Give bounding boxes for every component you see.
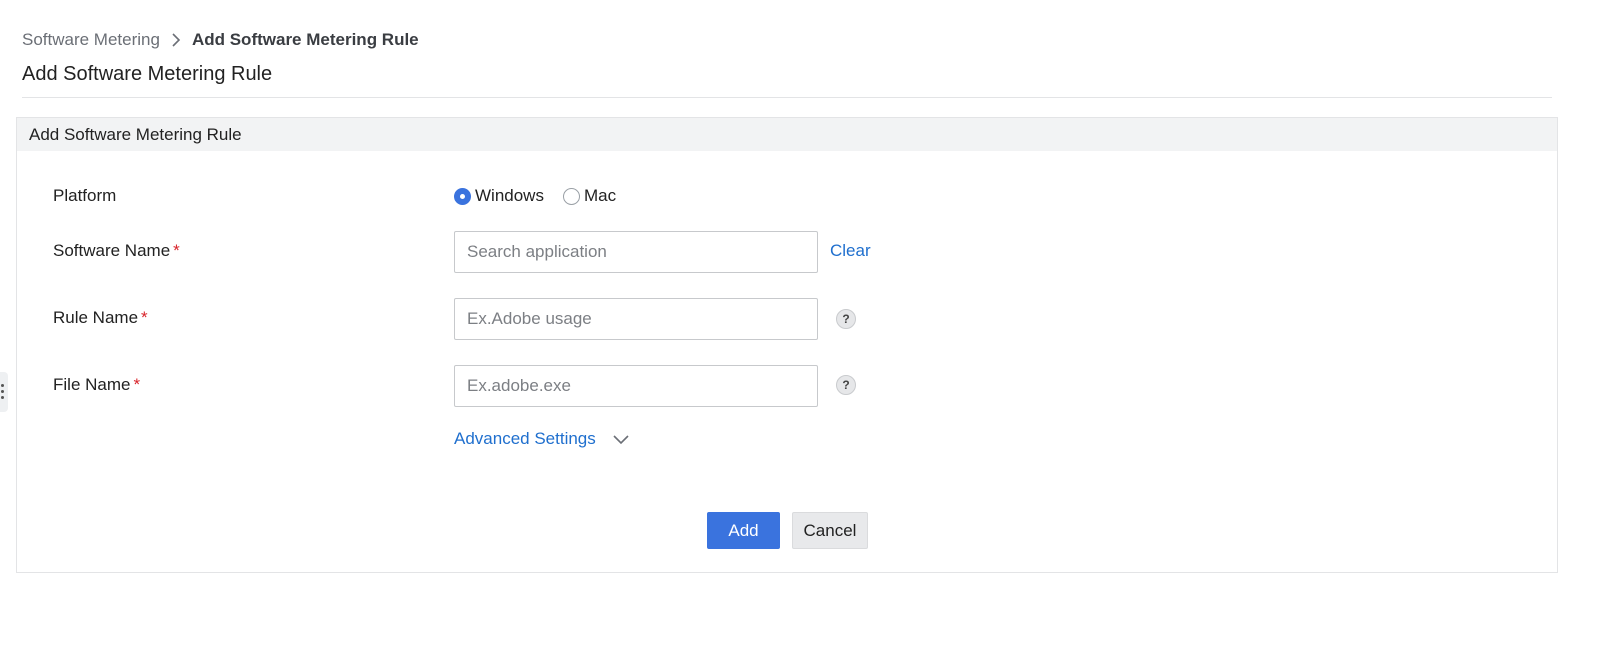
platform-radio-group: Windows Mac <box>454 186 635 206</box>
help-icon[interactable]: ? <box>836 309 856 329</box>
platform-windows-radio[interactable] <box>454 187 471 205</box>
required-indicator: * <box>141 308 148 327</box>
title-divider <box>22 97 1552 98</box>
software-name-label: Software Name * <box>53 241 180 261</box>
advanced-settings-link[interactable]: Advanced Settings <box>454 429 596 449</box>
rule-name-label-text: Rule Name <box>53 308 139 327</box>
rule-name-input[interactable] <box>454 298 818 340</box>
breadcrumb-software-metering[interactable]: Software Metering <box>22 30 160 50</box>
breadcrumb: Software Metering Add Software Metering … <box>22 30 419 50</box>
advanced-settings-toggle[interactable]: Advanced Settings <box>454 429 630 449</box>
platform-mac-label[interactable]: Mac <box>584 186 616 206</box>
clear-link[interactable]: Clear <box>830 241 871 261</box>
page: Software Metering Add Software Metering … <box>0 0 1614 654</box>
platform-label: Platform <box>53 186 116 206</box>
rule-name-label: Rule Name * <box>53 308 148 328</box>
add-button[interactable]: Add <box>707 512 780 549</box>
panel-header: Add Software Metering Rule <box>17 118 1557 151</box>
platform-label-text: Platform <box>53 186 117 205</box>
file-name-input[interactable] <box>454 365 818 407</box>
software-name-label-text: Software Name <box>53 241 171 260</box>
file-name-label: File Name * <box>53 375 140 395</box>
required-indicator: * <box>173 241 180 260</box>
required-indicator: * <box>133 375 141 394</box>
cancel-button[interactable]: Cancel <box>792 512 868 549</box>
rule-form-panel: Add Software Metering Rule <box>16 117 1558 573</box>
chevron-right-icon <box>172 33 181 47</box>
more-vertical-icon[interactable] <box>0 372 8 412</box>
chevron-down-icon[interactable] <box>612 433 630 445</box>
platform-mac-radio[interactable] <box>562 187 580 205</box>
platform-windows-label[interactable]: Windows <box>475 186 544 206</box>
page-title: Add Software Metering Rule <box>22 63 273 85</box>
file-name-label-text: File Name <box>53 375 131 394</box>
help-icon[interactable]: ? <box>836 375 856 395</box>
breadcrumb-current: Add Software Metering Rule <box>191 30 419 49</box>
software-name-search-input[interactable] <box>454 231 818 273</box>
